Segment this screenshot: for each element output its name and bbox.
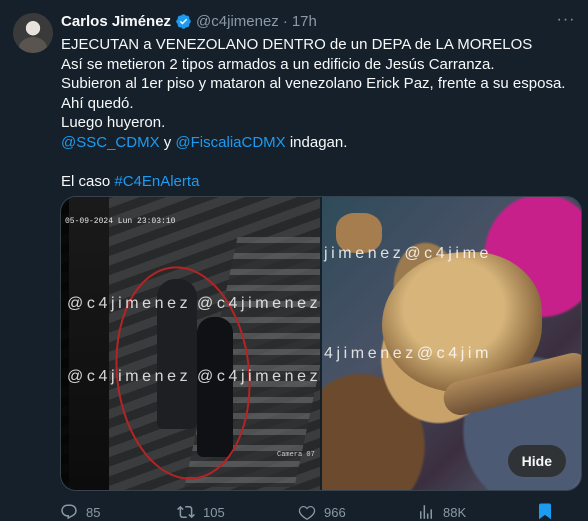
watermark: jimenez@c4jime [324,245,493,262]
reply-button[interactable]: 85 [60,503,100,521]
photo-wall [69,197,109,490]
repost-button[interactable]: 105 [177,503,225,521]
more-options-icon[interactable]: ··· [556,10,576,30]
hashtag-link[interactable]: #C4EnAlerta [114,173,199,190]
timestamp[interactable]: 17h [292,13,317,30]
avatar[interactable] [13,13,53,53]
watermark: 4jimenez@c4jim [324,345,493,362]
watermark: @c4jimenez [197,368,320,385]
cctv-photo[interactable]: 05-09-2024 Lun 23:03:10 Camera 07 @c4jim… [61,197,320,490]
action-bar: 85 105 966 88K [60,501,580,521]
bookmark-icon [539,503,551,520]
hide-button[interactable]: Hide [507,445,566,477]
views-chart-icon [420,505,432,519]
case-line: El caso #C4EnAlerta [61,172,576,192]
mention-suffix: indagan. [285,133,348,151]
like-count: 966 [324,504,346,520]
heart-icon [298,505,316,521]
mention-connector: y [159,133,176,151]
tweet-line: Ahí quedó. [61,94,134,112]
tweet-header: Carlos Jiménez @c4jimenez · 17h [61,11,317,31]
mention-ssc-cdmx[interactable]: @SSC_CDMX [61,134,160,151]
separator-dot: · [282,12,288,30]
author-name[interactable]: Carlos Jiménez [61,13,171,30]
scene-photo[interactable]: jimenez@c4jime 4jimenez@c4jim Hide [322,197,581,490]
media-grid: 05-09-2024 Lun 23:03:10 Camera 07 @c4jim… [60,196,582,491]
tweet-line: EJECUTAN a VENEZOLANO DENTRO de un DEPA … [61,36,533,53]
watermark: @c4jimenez [67,368,192,385]
reply-icon [61,504,77,520]
cctv-timestamp: 05-09-2024 Lun 23:03:10 [65,217,176,226]
views-button[interactable]: 88K [417,503,466,521]
author-handle[interactable]: @c4jimenez [196,13,279,30]
bookmark-button[interactable] [536,501,554,521]
views-count: 88K [443,504,467,520]
watermark: @c4jimenez [197,295,320,312]
tweet-line: Subieron al 1er piso y mataron al venezo… [61,75,566,93]
like-button[interactable]: 966 [298,503,346,521]
tweet-line: Así se metieron 2 tipos armados a un edi… [61,55,495,73]
mention-fiscalia-cdmx[interactable]: @FiscaliaCDMX [175,134,285,151]
mentions-line: @SSC_CDMX y @FiscaliaCDMX indagan. [61,133,576,153]
watermark: @c4jimenez [67,295,192,312]
repost-count: 105 [203,504,225,520]
camera-label: Camera 07 [277,451,315,459]
tweet-text: EJECUTAN a VENEZOLANO DENTRO de un DEPA … [61,35,576,192]
verified-badge-icon [176,13,191,29]
repost-icon [177,505,195,519]
case-prefix: El caso [61,173,115,191]
tweet-line: Luego huyeron. [61,114,166,132]
reply-count: 85 [86,504,101,520]
